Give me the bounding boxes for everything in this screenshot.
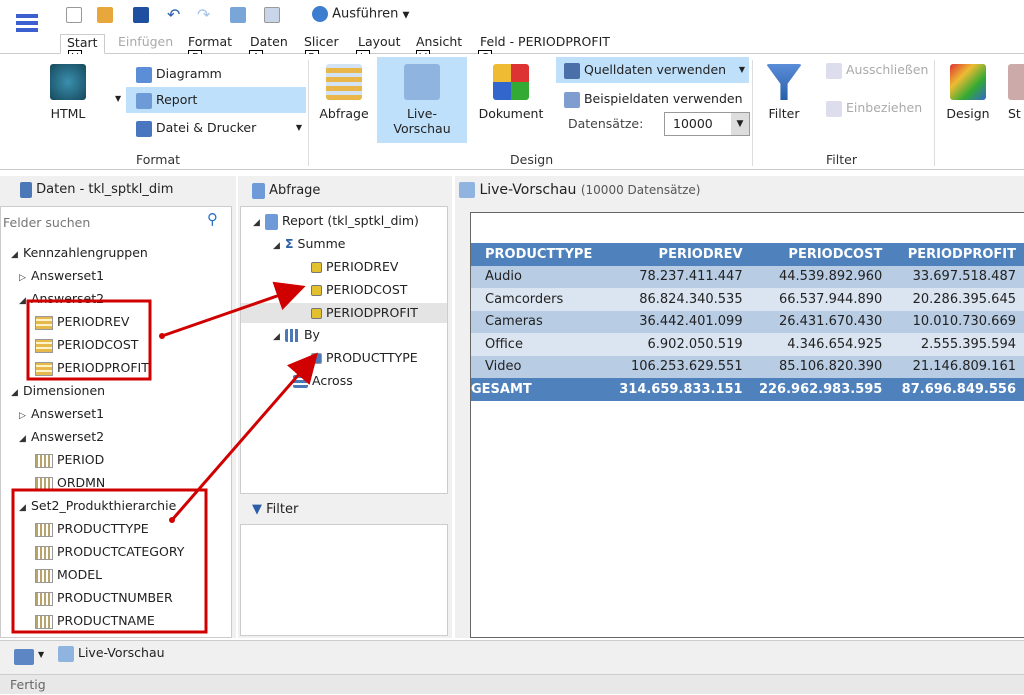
live-preview-icon xyxy=(58,645,74,662)
status-bar: Fertig xyxy=(0,674,1024,694)
tab-live-vorschau[interactable]: Live-Vorschau xyxy=(58,645,165,662)
annotation-arrow xyxy=(161,281,306,338)
highlight-box xyxy=(26,299,152,381)
annotation-overlay xyxy=(11,281,318,634)
highlight-box xyxy=(11,488,208,634)
arrow-start-dot xyxy=(159,333,165,339)
view-switch-icon[interactable] xyxy=(14,649,34,665)
arrow-start-dot xyxy=(169,517,175,523)
annotation-arrow xyxy=(170,352,318,521)
bottom-bar: ▼ Live-Vorschau xyxy=(0,640,1024,674)
status-text: Fertig xyxy=(10,677,46,692)
